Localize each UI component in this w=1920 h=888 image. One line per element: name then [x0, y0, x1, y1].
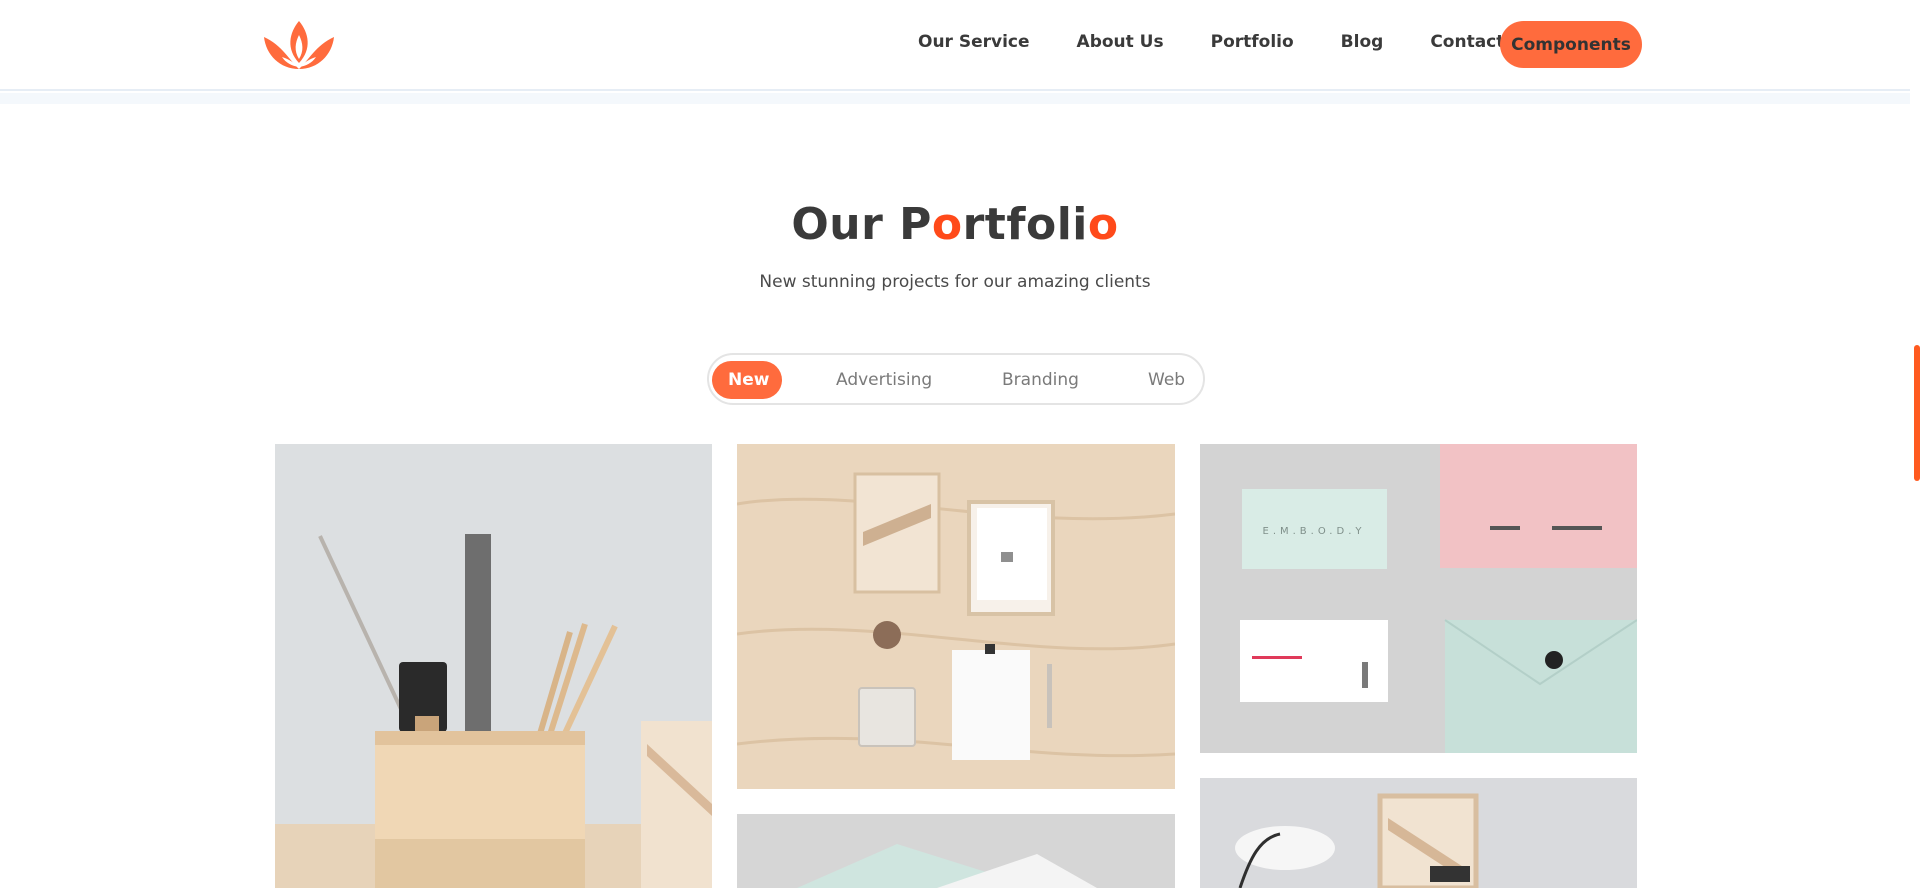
components-button[interactable]: Components — [1500, 21, 1642, 68]
pencil-holder-photo[interactable] — [275, 444, 712, 888]
nav-our-service[interactable]: Our Service — [918, 31, 1030, 53]
filter-new[interactable]: New — [712, 361, 782, 399]
plywood-stationery-photo[interactable] — [737, 444, 1175, 789]
section-title-accent: o — [931, 199, 963, 250]
section-title-part: rtfoli — [962, 199, 1088, 250]
section-title-part: Our P — [791, 199, 932, 250]
business-cards-photo[interactable]: E.M.B.O.D.Y — [1200, 444, 1637, 753]
nav-blog[interactable]: Blog — [1341, 31, 1384, 53]
header-sub-band — [0, 93, 1910, 104]
business-cards-image: E.M.B.O.D.Y — [1200, 444, 1637, 753]
pencil-holder-image — [275, 444, 712, 888]
scrollbar-thumb[interactable] — [1914, 345, 1920, 481]
desk-lamp-photo[interactable] — [1200, 778, 1637, 888]
mint-card-image — [737, 814, 1175, 888]
site-header: Our Service About Us Portfolio Blog Cont… — [0, 0, 1910, 91]
nav-contact[interactable]: Contact — [1430, 31, 1504, 53]
section-subtitle: New stunning projects for our amazing cl… — [759, 272, 1151, 292]
portfolio-filter-bar: New Advertising Branding Web — [707, 353, 1205, 405]
nav-about-us[interactable]: About Us — [1077, 31, 1164, 53]
filter-advertising[interactable]: Advertising — [820, 361, 948, 399]
filter-branding[interactable]: Branding — [986, 361, 1095, 399]
nav-portfolio[interactable]: Portfolio — [1211, 31, 1294, 53]
mint-card-photo[interactable] — [737, 814, 1175, 888]
section-title: Our Portfolio — [0, 199, 1910, 250]
plywood-stationery-image — [737, 444, 1175, 789]
desk-lamp-image — [1200, 778, 1637, 888]
svg-text:E.M.B.O.D.Y: E.M.B.O.D.Y — [1263, 526, 1366, 537]
lotus-logo-icon[interactable] — [262, 19, 336, 71]
section-title-accent: o — [1087, 199, 1119, 250]
filter-web[interactable]: Web — [1132, 361, 1201, 399]
main-nav: Our Service About Us Portfolio Blog Cont… — [918, 31, 1551, 53]
